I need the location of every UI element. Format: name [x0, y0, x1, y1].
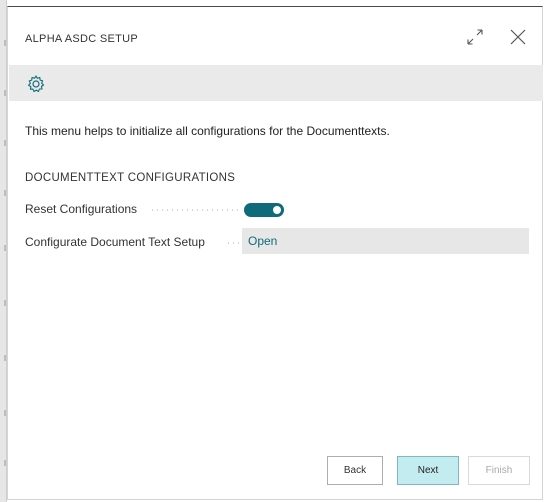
edge-mark [4, 410, 6, 416]
background-window-edge [0, 0, 7, 502]
edge-mark [4, 300, 6, 306]
reset-configurations-label: Reset Configurations [25, 202, 138, 216]
toggle-knob [273, 206, 281, 214]
close-button[interactable] [508, 27, 528, 47]
leader-dots [226, 242, 240, 244]
setup-dialog: ALPHA ASDC SETUP This menu helps to init… [7, 6, 543, 500]
edge-mark [4, 90, 6, 96]
gear-icon [28, 75, 45, 93]
close-icon [510, 29, 526, 45]
configurate-setup-value: Open [242, 228, 529, 254]
intro-text: This menu helps to initialize all config… [25, 124, 390, 138]
expand-button[interactable] [465, 27, 485, 47]
finish-button[interactable]: Finish [468, 456, 530, 485]
open-link[interactable]: Open [248, 234, 277, 248]
dialog-title: ALPHA ASDC SETUP [25, 33, 139, 45]
action-bar [9, 65, 543, 101]
edge-mark [4, 40, 6, 46]
configurate-setup-label: Configurate Document Text Setup [25, 235, 205, 249]
section-header: DOCUMENTTEXT CONFIGURATIONS [25, 172, 236, 184]
edge-mark [4, 140, 6, 146]
settings-button[interactable] [26, 74, 46, 94]
edge-mark [4, 245, 6, 251]
edge-mark [4, 460, 6, 466]
edge-mark [4, 190, 6, 196]
next-button[interactable]: Next [397, 456, 459, 485]
reset-configurations-toggle[interactable] [244, 203, 284, 217]
expand-icon [467, 29, 483, 45]
edge-mark [4, 355, 6, 361]
leader-dots [150, 209, 238, 211]
back-button[interactable]: Back [327, 456, 383, 485]
